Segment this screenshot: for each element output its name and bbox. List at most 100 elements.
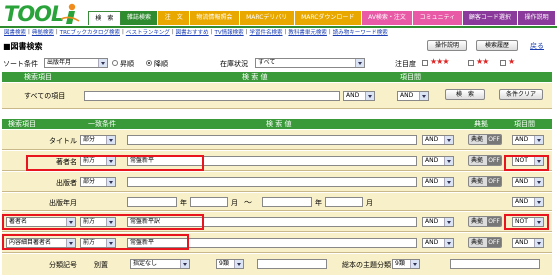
separate-label: 別置 [94, 261, 108, 269]
tenkyo-toggle[interactable]: 典拠 OFF [468, 155, 502, 166]
simple-search-header: 検索項目 検 索 値 項目間 [2, 72, 552, 82]
tool-i-logo[interactable]: TOOL [2, 2, 84, 27]
subnav-link-8[interactable]: 読み物キーワード検索 [333, 28, 388, 36]
subnav-separator: | [284, 29, 287, 35]
tenkyo-toggle[interactable]: 典拠 OFF [468, 176, 502, 187]
to-month-input[interactable] [325, 197, 363, 207]
subnav-link-5[interactable]: TV情報検索 [215, 28, 244, 36]
attention-label: 注目度 [395, 60, 416, 68]
back-link[interactable]: 戻る [530, 41, 544, 51]
subnav-separator: | [210, 29, 213, 35]
subnav-link-3[interactable]: ベストランキング [126, 28, 170, 36]
subnav-link-4[interactable]: 図書おすすめ [176, 28, 209, 36]
toggle-state: OFF [487, 156, 501, 165]
tab-1[interactable]: 雑誌検索 [120, 11, 159, 25]
tab-3[interactable]: 物流情報照会 [190, 11, 240, 25]
sort-select[interactable]: 出版年月 [44, 58, 108, 68]
match-select[interactable]: 部分 [80, 177, 116, 187]
col-item: 検索項目 [24, 73, 52, 81]
tab-4[interactable]: MARCデリバリ [239, 11, 295, 25]
class-digit-select[interactable]: 9類 [216, 259, 244, 269]
subnav-separator: | [328, 29, 331, 35]
row-label: 分類記号 [49, 261, 77, 269]
asc-radio[interactable] [112, 60, 118, 66]
class-code-input[interactable] [257, 259, 327, 269]
between-select[interactable]: AND [512, 135, 544, 145]
from-month-input[interactable] [190, 197, 228, 207]
from-year-input[interactable] [127, 197, 177, 207]
between-select[interactable]: AND [512, 177, 544, 187]
between-select[interactable]: AND [512, 238, 544, 248]
stock-select[interactable]: すべて [255, 58, 365, 68]
op-select[interactable]: AND [422, 238, 454, 248]
tenkyo-label: 典拠 [471, 157, 484, 164]
subject-select[interactable]: 9類 [392, 259, 420, 269]
highlight-translator-row [2, 214, 204, 230]
tab-2[interactable]: 注 文 [158, 11, 191, 25]
col-between: 項目間 [400, 73, 421, 81]
three-star-icon: ★★★ [430, 57, 449, 66]
toggle-state: OFF [487, 217, 501, 226]
two-star-icon: ★★ [476, 57, 489, 66]
attention-2-checkbox[interactable] [468, 60, 474, 66]
attention-3-checkbox[interactable] [422, 60, 428, 66]
search-button[interactable]: 検 索 [445, 89, 485, 100]
main-tabs: 検 索雑誌検索注 文物流情報照会 MARCデリバリ MARCダウンロード AV検索・注… [88, 11, 556, 25]
subnav-separator: | [122, 29, 124, 35]
match-select[interactable]: 部分 [80, 135, 116, 145]
toggle-state: OFF [487, 177, 501, 186]
subnav-link-1[interactable]: 典拠検索 [32, 28, 54, 36]
desc-label: 降順 [154, 60, 168, 68]
op-select[interactable]: AND [422, 156, 454, 166]
desc-radio[interactable] [146, 60, 152, 66]
tenkyo-label: 典拠 [471, 136, 484, 143]
stock-label: 在庫状況 [220, 60, 248, 68]
tab-9[interactable]: 操作説明 [518, 11, 556, 25]
tab-6[interactable]: AV検索・注文 [361, 11, 414, 25]
detail-row-pubdate: 出版年月 年 月 〜 年 月 AND [2, 193, 552, 211]
month-label: 月 [231, 199, 238, 207]
tab-0[interactable]: 検 索 [88, 11, 121, 25]
operation-guide-button[interactable]: 操作説明 [427, 40, 467, 51]
highlight-contents-author-row [2, 234, 189, 250]
op-select[interactable]: AND [422, 177, 454, 187]
subnav-link-6[interactable]: 学習件名検索 [250, 28, 283, 36]
tab-8[interactable]: 顧客コード選択 [462, 11, 519, 25]
to-year-input[interactable] [262, 197, 312, 207]
value-input[interactable] [127, 135, 417, 145]
subnav-separator: | [171, 29, 174, 35]
between-select[interactable]: AND [512, 197, 544, 207]
tenkyo-toggle[interactable]: 典拠 OFF [468, 216, 502, 227]
all-items-op-select[interactable]: AND [343, 91, 375, 101]
op-select[interactable]: AND [422, 135, 454, 145]
tenkyo-toggle[interactable]: 典拠 OFF [468, 134, 502, 145]
range-tilde: 〜 [244, 198, 252, 207]
all-items-input[interactable] [84, 91, 340, 101]
tab-7[interactable]: コミュニティ [413, 11, 463, 25]
highlight-author-not [504, 155, 549, 171]
month-label-2: 月 [366, 199, 373, 207]
subject-code-input[interactable] [450, 259, 540, 269]
attention-1-checkbox[interactable] [500, 60, 506, 66]
dcol-between: 項目間 [514, 120, 535, 128]
tenkyo-label: 典拠 [471, 218, 484, 225]
subnav-link-0[interactable]: 図書検索 [4, 28, 26, 36]
year-label-2: 年 [315, 199, 322, 207]
subnav-link-7[interactable]: 教科書単元検索 [288, 28, 327, 36]
logo-i-icon [60, 3, 80, 24]
clear-button[interactable]: 条件クリア [499, 89, 543, 100]
highlight-translator-not [504, 214, 549, 230]
search-history-button[interactable]: 検索履歴 [476, 40, 518, 51]
all-items-between-select[interactable]: AND [397, 91, 429, 101]
detail-row-classification: 分類記号 別置 指定なし 9類 総本の主題分類 9類 [2, 254, 552, 275]
value-input[interactable] [127, 177, 417, 187]
subject-label: 総本の主題分類 [342, 261, 391, 269]
tab-5[interactable]: MARCダウンロード [294, 11, 362, 25]
subnav-separator: | [245, 29, 248, 35]
subnav-link-2[interactable]: TRCブックカタログ検索 [60, 28, 120, 36]
separate-select[interactable]: 指定なし [130, 259, 190, 269]
tenkyo-toggle[interactable]: 典拠 OFF [468, 237, 502, 248]
subnav-separator: | [55, 29, 58, 35]
op-select[interactable]: AND [422, 217, 454, 227]
col-value: 検 索 値 [242, 73, 268, 81]
